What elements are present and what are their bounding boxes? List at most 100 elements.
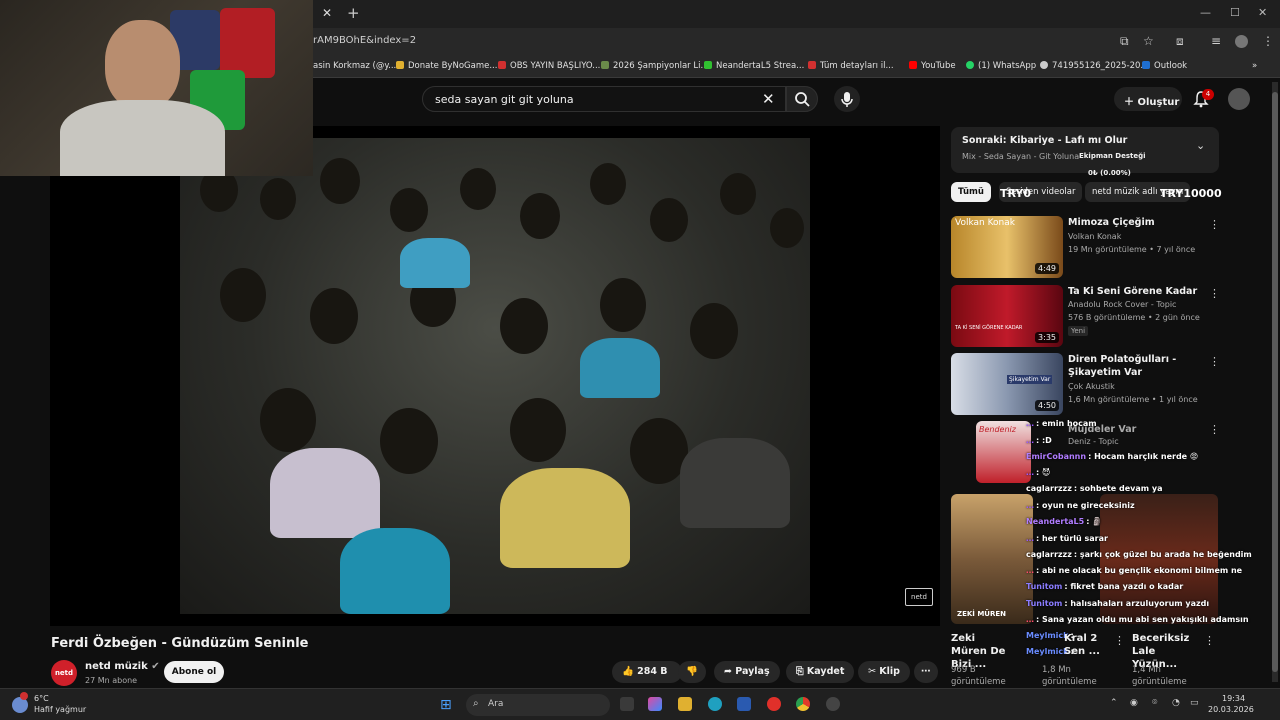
- video-thumbnail[interactable]: Şikayetim Var 4:50: [951, 353, 1063, 415]
- recommendation-item[interactable]: TA Kİ SENİ GÖRENE KADAR 3:35 Ta Ki Seni …: [951, 285, 1220, 347]
- shorts-thumbnail[interactable]: ZEKİ MÜREN: [951, 494, 1033, 624]
- chrome-icon[interactable]: [796, 697, 810, 711]
- thumbnail-text: Volkan Konak: [955, 218, 1015, 228]
- recommendation-title[interactable]: Diren Polatoğulları - Şikayetim Var: [1068, 353, 1198, 379]
- chat-message: NeandertaL5: 🗿: [1026, 517, 1103, 526]
- recommendation-channel[interactable]: Volkan Konak: [1068, 232, 1121, 241]
- bookmark-item[interactable]: 741955126_2025-20...: [1040, 61, 1149, 71]
- bookmark-item[interactable]: Donate ByNoGame...: [396, 61, 497, 71]
- video-player[interactable]: netd: [50, 126, 940, 626]
- bookmarks-overflow-icon[interactable]: »: [1252, 61, 1257, 71]
- browser-menu-icon[interactable]: ⋮: [1262, 34, 1274, 48]
- notification-count-badge: 4: [1202, 89, 1214, 100]
- window-close-icon[interactable]: ✕: [1258, 6, 1267, 19]
- chevron-down-icon[interactable]: ⌄: [1196, 139, 1205, 152]
- channel-avatar[interactable]: netd: [51, 660, 77, 686]
- cast-icon[interactable]: ⧉: [1120, 34, 1129, 49]
- yandex-icon[interactable]: [767, 697, 781, 711]
- new-tab-icon[interactable]: +: [347, 4, 360, 22]
- profile-avatar[interactable]: [1235, 35, 1248, 48]
- recommendation-meta: 1,6 Mn görüntüleme • 1 yıl önce: [1068, 395, 1198, 404]
- more-options-icon[interactable]: ⋮: [1209, 423, 1220, 436]
- more-options-icon[interactable]: ⋮: [1209, 218, 1220, 231]
- taskbar-search[interactable]: ⌕ Ara: [466, 694, 610, 716]
- reading-list-icon[interactable]: ≡: [1211, 34, 1221, 48]
- recommendation-channel[interactable]: Anadolu Rock Cover - Topic: [1068, 300, 1176, 309]
- bookmark-star-icon[interactable]: ☆: [1143, 34, 1154, 48]
- search-button[interactable]: [786, 86, 818, 112]
- scrollbar-thumb[interactable]: [1272, 92, 1278, 672]
- short-title[interactable]: Kral 2 Sen ...: [1064, 632, 1112, 658]
- tray-volume-icon[interactable]: ◔: [1172, 698, 1180, 708]
- new-badge: Yeni: [1068, 326, 1089, 336]
- like-button[interactable]: 👍 284 B: [612, 661, 682, 683]
- tray-app-icon[interactable]: ◉: [1130, 698, 1138, 708]
- video-thumbnail[interactable]: TA Kİ SENİ GÖRENE KADAR 3:35: [951, 285, 1063, 347]
- more-actions-button[interactable]: ⋯: [914, 661, 938, 683]
- weather-temperature[interactable]: 6°C: [34, 694, 49, 703]
- weather-description[interactable]: Hafif yağmur: [34, 705, 86, 714]
- more-options-icon[interactable]: ⋮: [1209, 287, 1220, 300]
- chat-message: Tunitom: fikret bana yazdı o kadar: [1026, 582, 1184, 591]
- file-explorer-icon[interactable]: [678, 697, 692, 711]
- edge-icon[interactable]: [708, 697, 722, 711]
- more-options-icon[interactable]: ⋮: [1209, 355, 1220, 368]
- save-icon: ⎘: [796, 666, 807, 677]
- clip-button[interactable]: ✂ Klip: [858, 661, 910, 683]
- extensions-icon[interactable]: ⧈: [1176, 34, 1184, 49]
- video-thumbnail[interactable]: Volkan Konak 4:49: [951, 216, 1063, 278]
- clock-time[interactable]: 19:34: [1222, 694, 1245, 703]
- playlist-panel[interactable]: Sonraki: Kibariye - Lafı mı Olur Mix - S…: [951, 127, 1219, 177]
- url-text[interactable]: rAM9BOhE&index=2: [313, 35, 416, 46]
- subscribe-button[interactable]: Abone ol: [164, 661, 224, 683]
- account-avatar[interactable]: [1228, 88, 1250, 110]
- video-duration: 4:50: [1035, 400, 1059, 411]
- share-button[interactable]: ➦ Paylaş: [714, 661, 780, 683]
- search-icon: ⌕: [473, 698, 479, 709]
- save-button[interactable]: ⎘ Kaydet: [786, 661, 855, 683]
- bookmark-item-outlook[interactable]: Outlook: [1142, 61, 1187, 71]
- dislike-button[interactable]: 👎: [678, 661, 706, 683]
- video-frame[interactable]: [180, 138, 810, 614]
- recommendation-item[interactable]: Şikayetim Var 4:50 Diren Polatoğulları -…: [951, 353, 1220, 415]
- more-options-icon[interactable]: ⋮: [1114, 634, 1125, 647]
- channel-name[interactable]: netd müzik ✔: [85, 661, 160, 672]
- share-icon: ➦: [724, 666, 736, 677]
- clock-date[interactable]: 20.03.2026: [1208, 705, 1254, 714]
- minimize-icon[interactable]: —: [1200, 6, 1211, 19]
- search-box[interactable]: seda sayan git git yoluna ✕: [422, 86, 786, 112]
- bookmark-item-whatsapp[interactable]: (1) WhatsApp: [966, 61, 1036, 71]
- recommendation-channel[interactable]: Çok Akustik: [1068, 382, 1115, 391]
- obs-icon[interactable]: [826, 697, 840, 711]
- bookmark-item[interactable]: asin Korkmaz (@y...: [313, 61, 396, 71]
- task-view-icon[interactable]: [620, 697, 634, 711]
- maximize-icon[interactable]: ☐: [1230, 6, 1240, 19]
- recommendation-title[interactable]: Mimoza Çiçeğim: [1068, 216, 1198, 229]
- search-clear-icon[interactable]: ✕: [762, 90, 775, 108]
- voice-search-button[interactable]: [834, 86, 860, 112]
- bookmark-item[interactable]: Tüm detayları il...: [808, 61, 894, 71]
- tab-close-icon[interactable]: ✕: [322, 6, 332, 20]
- channel-watermark[interactable]: netd: [905, 588, 933, 606]
- chat-message: caglarrzzz: şarkı çok güzel bu arada he …: [1026, 550, 1252, 559]
- search-input[interactable]: seda sayan git git yoluna: [435, 93, 574, 106]
- chip-all[interactable]: Tümü: [951, 182, 991, 202]
- bookmark-item[interactable]: OBS YAYIN BAŞLIYO...: [498, 61, 600, 71]
- create-button[interactable]: ＋ Oluştur: [1114, 87, 1182, 111]
- store-icon[interactable]: [737, 697, 751, 711]
- tray-battery-icon[interactable]: ▭: [1190, 698, 1199, 708]
- bookmark-item[interactable]: 2026 Şampiyonlar Li...: [601, 61, 709, 71]
- tray-network-icon[interactable]: ⌾: [1152, 698, 1157, 708]
- donation-goal-max: TRY10000: [1160, 187, 1222, 200]
- recommendation-title[interactable]: Ta Ki Seni Görene Kadar: [1068, 285, 1198, 298]
- tray-overflow-icon[interactable]: ⌃: [1110, 698, 1118, 708]
- copilot-icon[interactable]: [648, 697, 662, 711]
- more-options-icon[interactable]: ⋮: [1204, 634, 1215, 647]
- page-scrollbar[interactable]: [1272, 82, 1278, 682]
- windows-start-icon[interactable]: ⊞: [440, 697, 452, 713]
- recommendation-channel[interactable]: Deniz - Topic: [1068, 437, 1119, 446]
- video-thumbnail[interactable]: Bendeniz: [976, 421, 1031, 483]
- bookmark-item[interactable]: NeandertaL5 Strea...: [704, 61, 804, 71]
- bookmark-item-youtube[interactable]: YouTube: [909, 61, 956, 71]
- recommendation-item[interactable]: Volkan Konak 4:49 Mimoza Çiçeğim Volkan …: [951, 216, 1220, 278]
